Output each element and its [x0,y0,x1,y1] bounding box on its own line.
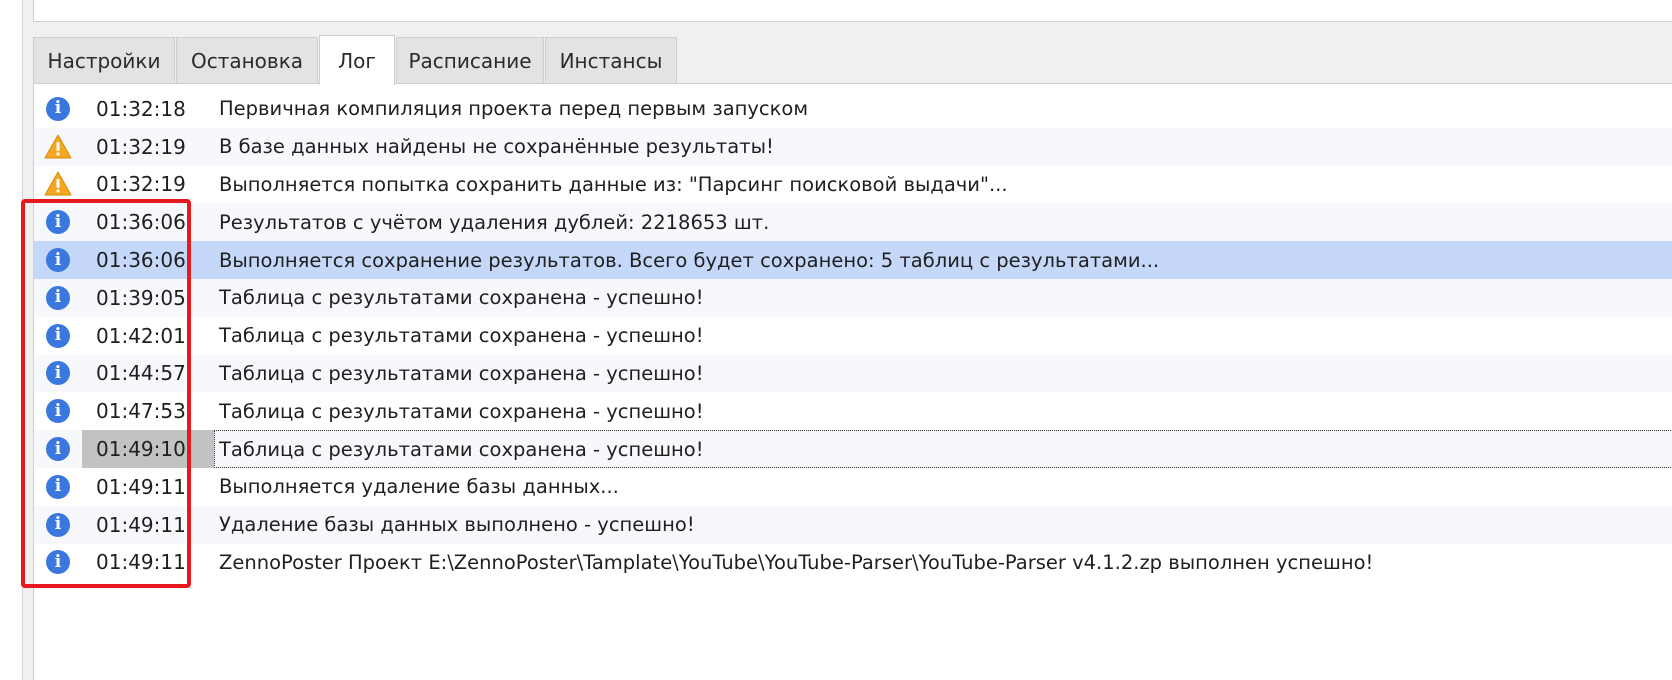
log-icon-cell: i [34,430,82,468]
info-icon: i [46,474,70,499]
log-icon-cell: i [34,355,82,393]
top-panel [33,0,1672,22]
warning-icon [44,171,72,197]
log-row[interactable]: i 01:49:11 ZennoPoster Проект E:\ZennoPost… [34,544,1672,582]
log-icon-cell: i [34,392,82,430]
log-icon-cell: i [34,544,82,582]
log-panel: i 01:32:18 Первичная компиляция проекта пе… [33,83,1672,680]
log-time: 01:32:19 [96,134,186,159]
log-time: 01:47:53 [96,399,186,424]
log-message: Таблица с результатами сохранена - успеш… [219,361,704,385]
left-panel [0,0,22,680]
info-icon: i [46,323,70,348]
info-icon: i [46,285,70,310]
log-message: Таблица с результатами сохранена - успеш… [219,286,704,310]
tab-log[interactable]: Лог [319,35,395,85]
log-time: 01:49:11 [96,474,186,499]
log-icon-cell: i [34,90,82,128]
log-message: Удаление базы данных выполнено - успешно… [219,513,695,537]
log-row[interactable]: i 01:49:11 Выполняется удаление базы данны… [34,468,1672,506]
info-icon: i [46,361,70,386]
log-row[interactable]: i 01:39:05 Таблица с результатами сохранен… [34,278,1672,317]
tab-bar: Настройки Остановка Лог Расписание Инста… [33,35,678,85]
log-time: 01:39:05 [96,285,186,310]
log-message: Выполняется сохранение результатов. Всег… [219,248,1160,272]
log-row[interactable]: i 01:49:10 Таблица с результатами сохранен… [34,430,1672,468]
log-row[interactable]: i 01:44:57 Таблица с результатами сохранен… [34,354,1672,393]
log-message: Таблица с результатами сохранена - успеш… [214,430,1672,468]
log-row[interactable]: i 01:36:06 Результатов с учётом удаления д… [34,203,1672,242]
log-time: 01:49:10 [82,430,214,468]
info-icon: i [46,550,70,575]
log-row[interactable]: i 01:42:01 Таблица с результатами сохранен… [34,317,1672,355]
log-time: 01:32:18 [96,96,186,121]
log-icon-cell [34,166,82,204]
log-icon-cell: i [34,317,82,355]
log-icon-cell [34,128,82,166]
info-icon: i [46,437,70,462]
info-icon: i [46,96,70,121]
log-row[interactable]: 01:32:19 Выполняется попытка сохранить да… [34,166,1672,204]
log-icon-cell: i [34,468,82,506]
log-icon-cell: i [34,506,82,544]
log-time: 01:36:06 [96,248,186,273]
log-list: i 01:32:18 Первичная компиляция проекта пе… [34,90,1672,581]
info-icon: i [46,210,70,235]
tab-settings[interactable]: Настройки [33,37,175,84]
info-icon: i [46,399,70,424]
info-icon: i [46,248,70,273]
log-message: Таблица с результатами сохранена - успеш… [219,399,704,423]
tab-instances[interactable]: Инстансы [545,37,677,84]
log-time: 01:44:57 [96,361,186,386]
log-message: Результатов с учётом удаления дублей: 22… [219,210,770,234]
log-row[interactable]: i 01:36:06 Выполняется сохранение результа… [34,241,1672,279]
log-message: Выполняется удаление базы данных... [219,475,619,499]
log-icon-cell: i [34,241,82,279]
log-message: Таблица с результатами сохранена - успеш… [219,324,704,348]
log-icon-cell: i [34,279,82,317]
log-time: 01:32:19 [96,172,186,197]
log-time: 01:42:01 [96,323,186,348]
info-icon: i [46,512,70,537]
log-icon-cell: i [34,203,82,241]
log-message: Выполняется попытка сохранить данные из:… [219,172,1008,196]
log-time: 01:36:06 [96,210,186,235]
log-message: ZennoPoster Проект E:\ZennoPoster\Tampla… [219,550,1374,574]
log-row[interactable]: i 01:47:53 Таблица с результатами сохранен… [34,392,1672,430]
tab-schedule[interactable]: Расписание [396,37,544,84]
warning-icon [44,134,72,160]
log-row[interactable]: 01:32:19 В базе данных найдены не сохранё… [34,127,1672,166]
log-time: 01:49:11 [96,550,186,575]
log-row[interactable]: i 01:49:11 Удаление базы данных выполнено … [34,505,1672,544]
log-row[interactable]: i 01:32:18 Первичная компиляция проекта пе… [34,90,1672,128]
log-message: Первичная компиляция проекта перед первы… [219,97,809,121]
log-message: В базе данных найдены не сохранённые рез… [219,135,774,159]
tab-stop[interactable]: Остановка [176,37,318,84]
log-time: 01:49:11 [96,512,186,537]
